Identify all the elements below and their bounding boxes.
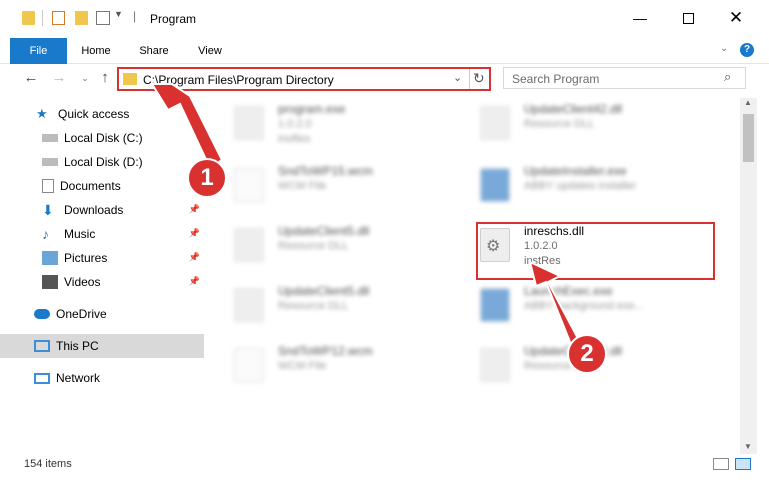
step-badge-2: 2 [567,334,607,374]
step-badge-1: 1 [187,158,227,198]
annotation-arrows [150,83,584,354]
arrow-1-icon [150,83,224,170]
